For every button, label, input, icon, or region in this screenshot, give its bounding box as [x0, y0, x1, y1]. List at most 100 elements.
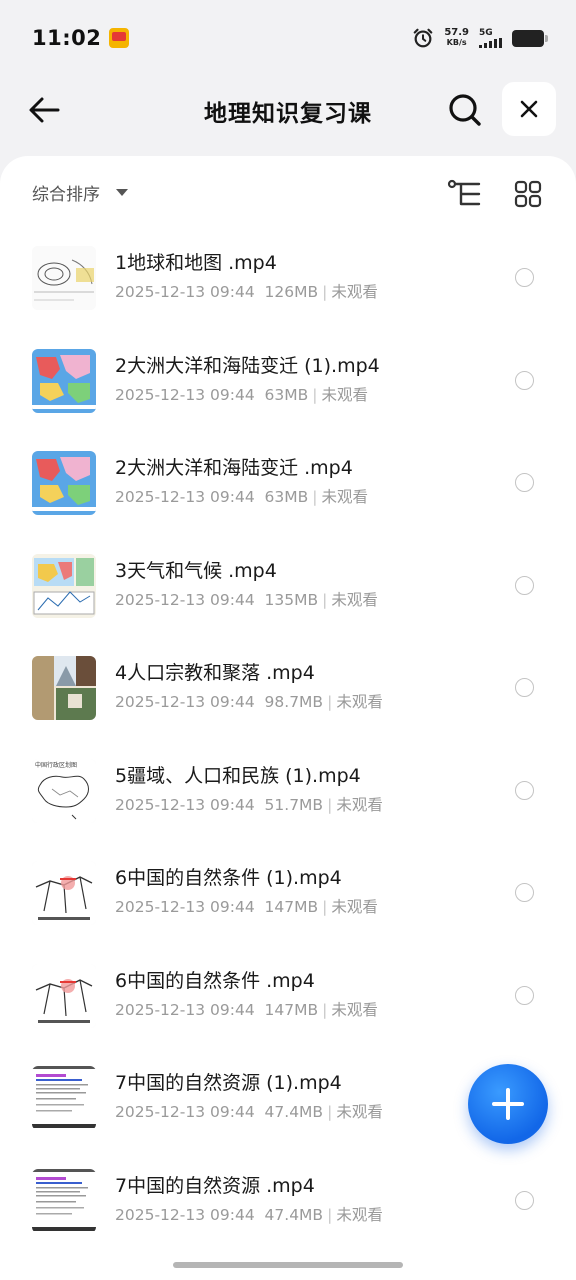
- file-meta: 2025-12-13 09:44 63MB | 未观看: [115, 485, 368, 507]
- meta-divider: |: [322, 590, 328, 609]
- file-name: 7中国的自然资源 (1).mp4: [115, 1072, 342, 1094]
- plus-icon: [492, 1088, 524, 1120]
- file-meta: 2025-12-13 09:44 126MB | 未观看: [115, 280, 378, 302]
- watch-status: 未观看: [321, 488, 369, 506]
- file-name: 7中国的自然资源 .mp4: [115, 1174, 315, 1197]
- select-radio[interactable]: [515, 268, 534, 287]
- battery-icon: [512, 29, 548, 47]
- video-thumbnail: [32, 1168, 96, 1233]
- select-radio[interactable]: [515, 780, 534, 800]
- alarm-icon: [413, 28, 433, 48]
- video-thumbnail: [32, 553, 96, 618]
- video-thumbnail: [32, 1066, 96, 1130]
- sort-dropdown[interactable]: 综合排序: [32, 180, 128, 205]
- video-thumbnail: 中国行政区划图: [32, 758, 96, 823]
- file-size: 135MB: [264, 590, 319, 609]
- file-name: 4人口宗教和聚落 .mp4: [115, 662, 315, 684]
- file-name: 2大洲大洋和海陆变迁 (1).mp4: [115, 354, 380, 377]
- file-meta: 2025-12-13 09:44 51.7MB | 未观看: [115, 793, 383, 815]
- file-meta: 2025-12-13 09:44 98.7MB | 未观看: [115, 690, 383, 712]
- file-size: 126MB: [264, 283, 319, 301]
- file-size: 47.4MB: [264, 1205, 324, 1224]
- file-meta: 2025-12-13 09:44 63MB | 未观看: [115, 383, 368, 405]
- file-meta: 2025-12-13 09:44 135MB | 未观看: [115, 588, 378, 610]
- tree-view-button[interactable]: [444, 176, 484, 212]
- file-list-item[interactable]: 4人口宗教和聚落 .mp4 2025-12-13 09:44 98.7MB | 未观看: [0, 642, 576, 745]
- select-radio[interactable]: [515, 370, 534, 390]
- file-size: 147MB: [264, 1000, 319, 1019]
- meta-divider: |: [327, 1103, 333, 1121]
- video-thumbnail: [32, 451, 96, 515]
- app-notification-icon: [109, 28, 130, 48]
- select-radio[interactable]: [515, 473, 534, 492]
- video-thumbnail: [32, 656, 96, 720]
- meta-divider: |: [322, 1000, 328, 1019]
- file-name: 2大洲大洋和海陆变迁 .mp4: [115, 457, 353, 479]
- select-radio[interactable]: [515, 985, 534, 1005]
- select-radio[interactable]: [515, 1190, 534, 1210]
- watch-status: 未观看: [331, 283, 378, 301]
- watch-status: 未观看: [331, 1000, 378, 1019]
- meta-divider: |: [327, 1205, 333, 1224]
- video-thumbnail: [32, 348, 96, 413]
- net-speed: 57.9 KB/s: [444, 28, 469, 48]
- toolbar: 综合排序: [0, 156, 576, 232]
- file-list-item[interactable]: 2大洲大洋和海陆变迁 .mp4 2025-12-13 09:44 63MB | 未观看: [0, 437, 576, 540]
- close-button[interactable]: [502, 82, 556, 136]
- file-list-item[interactable]: 3天气和气候 .mp4 2025-12-13 09:44 135MB | 未观看: [0, 540, 576, 643]
- search-icon: [449, 94, 481, 126]
- search-button[interactable]: [444, 90, 486, 130]
- status-indicators: 57.9 KB/s 5G: [412, 27, 548, 49]
- meta-divider: |: [312, 488, 318, 506]
- home-indicator[interactable]: [173, 1262, 403, 1268]
- file-list-item[interactable]: 1地球和地图 .mp4 2025-12-13 09:44 126MB | 未观看: [0, 232, 576, 335]
- file-date: 2025-12-13 09:44: [115, 590, 255, 609]
- file-name: 1地球和地图 .mp4: [115, 252, 277, 274]
- status-bar: 11:02 57.9 KB/s 5G: [0, 0, 576, 76]
- net-speed-value: 57.9: [444, 27, 469, 38]
- network-type: 5G: [479, 27, 493, 38]
- grid-view-icon: [514, 180, 542, 208]
- video-thumbnail: [32, 246, 96, 310]
- net-speed-unit: KB/s: [446, 38, 467, 47]
- file-size: 147MB: [264, 898, 319, 916]
- file-list-item[interactable]: 7中国的自然资源 .mp4 2025-12-13 09:44 47.4MB | 未观看: [0, 1155, 576, 1258]
- select-radio[interactable]: [515, 883, 534, 902]
- file-list-item[interactable]: 6中国的自然条件 .mp4 2025-12-13 09:44 147MB | 未观看: [0, 950, 576, 1053]
- meta-divider: |: [327, 795, 333, 814]
- meta-divider: |: [322, 898, 328, 916]
- file-date: 2025-12-13 09:44: [115, 795, 255, 814]
- page-title: 地理知识复习课: [204, 101, 372, 127]
- select-radio[interactable]: [515, 678, 534, 697]
- file-size: 51.7MB: [264, 795, 324, 814]
- watch-status: 未观看: [321, 385, 369, 404]
- signal-bars-icon: [479, 37, 502, 48]
- file-list-item[interactable]: 中国行政区划图 5疆域、人口和民族 (1).mp4 2025-12-13 09:44…: [0, 745, 576, 848]
- file-size: 63MB: [264, 385, 309, 404]
- meta-divider: |: [322, 283, 328, 301]
- file-meta: 2025-12-13 09:44 147MB | 未观看: [115, 998, 378, 1020]
- select-radio[interactable]: [515, 575, 534, 595]
- grid-view-button[interactable]: [510, 176, 546, 212]
- file-meta: 2025-12-13 09:44 47.4MB | 未观看: [115, 1203, 383, 1225]
- watch-status: 未观看: [336, 1205, 383, 1224]
- file-date: 2025-12-13 09:44: [115, 693, 255, 711]
- video-thumbnail: [32, 861, 96, 925]
- meta-divider: |: [312, 385, 318, 404]
- signal-indicator: 5G: [479, 27, 502, 48]
- file-date: 2025-12-13 09:44: [115, 1205, 255, 1224]
- svg-text:中国行政区划图: 中国行政区划图: [35, 761, 77, 769]
- watch-status: 未观看: [331, 898, 378, 916]
- file-date: 2025-12-13 09:44: [115, 385, 255, 404]
- file-date: 2025-12-13 09:44: [115, 1000, 255, 1019]
- status-time: 11:02: [32, 26, 102, 50]
- meta-divider: |: [327, 693, 333, 711]
- file-name: 5疆域、人口和民族 (1).mp4: [115, 764, 361, 787]
- file-list-item[interactable]: 6中国的自然条件 (1).mp4 2025-12-13 09:44 147MB | 未…: [0, 847, 576, 950]
- file-date: 2025-12-13 09:44: [115, 488, 255, 506]
- add-button[interactable]: [468, 1064, 548, 1144]
- file-size: 63MB: [264, 488, 309, 506]
- file-list-item[interactable]: 2大洲大洋和海陆变迁 (1).mp4 2025-12-13 09:44 63MB |…: [0, 335, 576, 438]
- caret-down-icon: [116, 189, 128, 196]
- file-size: 98.7MB: [264, 693, 324, 711]
